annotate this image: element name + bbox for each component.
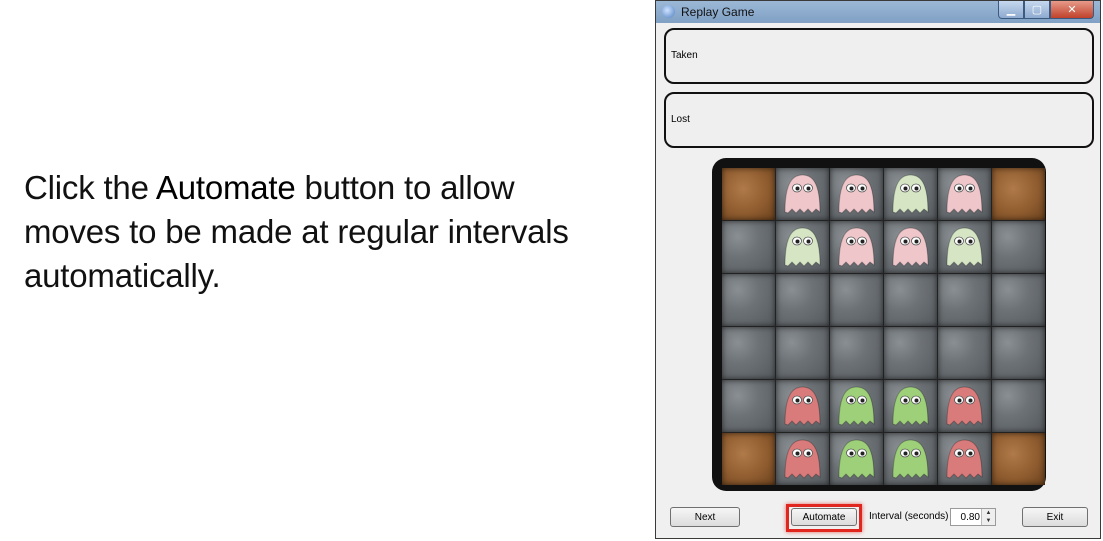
- game-board: [712, 158, 1046, 491]
- board-cell[interactable]: [938, 433, 991, 485]
- maximize-icon[interactable]: ▢: [1024, 1, 1050, 19]
- interval-label: Interval (seconds): [869, 511, 949, 522]
- red-ghost-piece[interactable]: [943, 437, 986, 481]
- window-controls: ▁ ▢ ✕: [998, 1, 1094, 19]
- red-ghost-piece[interactable]: [781, 437, 824, 481]
- board-cell[interactable]: [830, 380, 883, 432]
- board-cell[interactable]: [830, 433, 883, 485]
- interval-stepper[interactable]: 0.80 ▲ ▼: [950, 508, 996, 526]
- green-ghost-piece[interactable]: [889, 437, 932, 481]
- green-ghost-piece[interactable]: [889, 172, 932, 216]
- board-cell[interactable]: [938, 221, 991, 273]
- board-cell[interactable]: [884, 327, 937, 379]
- board-cell[interactable]: [938, 168, 991, 220]
- window-title: Replay Game: [681, 5, 755, 19]
- board-grid: [722, 168, 1045, 485]
- taken-panel: Taken: [664, 28, 1094, 84]
- red-ghost-piece[interactable]: [781, 384, 824, 428]
- automate-button[interactable]: Automate: [791, 508, 857, 526]
- board-cell[interactable]: [722, 380, 775, 432]
- red-ghost-piece[interactable]: [943, 384, 986, 428]
- stepper-arrows-icon[interactable]: ▲ ▼: [981, 509, 995, 525]
- board-cell[interactable]: [776, 221, 829, 273]
- green-ghost-piece[interactable]: [781, 225, 824, 269]
- board-cell[interactable]: [884, 380, 937, 432]
- pink-ghost-piece[interactable]: [889, 225, 932, 269]
- pink-ghost-piece[interactable]: [835, 172, 878, 216]
- board-cell[interactable]: [776, 380, 829, 432]
- board-cell[interactable]: [830, 168, 883, 220]
- board-cell[interactable]: [884, 433, 937, 485]
- board-cell[interactable]: [938, 380, 991, 432]
- board-cell[interactable]: [776, 168, 829, 220]
- board-cell[interactable]: [776, 327, 829, 379]
- board-cell[interactable]: [830, 327, 883, 379]
- next-button[interactable]: Next: [670, 507, 740, 527]
- board-cell[interactable]: [992, 274, 1045, 326]
- board-cell[interactable]: [830, 221, 883, 273]
- board-cell[interactable]: [830, 274, 883, 326]
- board-cell[interactable]: [992, 168, 1045, 220]
- instruction-caption: Click the Automate button to allow moves…: [24, 166, 584, 298]
- board-cell[interactable]: [722, 433, 775, 485]
- lost-label: Lost: [671, 114, 690, 125]
- board-cell[interactable]: [938, 327, 991, 379]
- board-cell[interactable]: [992, 380, 1045, 432]
- board-cell[interactable]: [992, 327, 1045, 379]
- title-bar[interactable]: Replay Game ▁ ▢ ✕: [656, 1, 1100, 23]
- green-ghost-piece[interactable]: [943, 225, 986, 269]
- green-ghost-piece[interactable]: [835, 437, 878, 481]
- board-cell[interactable]: [884, 168, 937, 220]
- board-cell[interactable]: [722, 327, 775, 379]
- replay-game-window: Replay Game ▁ ▢ ✕ Taken Lost Next Automa…: [655, 0, 1101, 539]
- board-cell[interactable]: [884, 274, 937, 326]
- exit-button[interactable]: Exit: [1022, 507, 1088, 527]
- minimize-icon[interactable]: ▁: [998, 1, 1024, 19]
- board-cell[interactable]: [722, 168, 775, 220]
- taken-label: Taken: [671, 50, 698, 61]
- board-cell[interactable]: [722, 274, 775, 326]
- ghost-app-icon: [662, 5, 675, 18]
- board-cell[interactable]: [884, 221, 937, 273]
- lost-panel: Lost: [664, 92, 1094, 148]
- board-cell[interactable]: [776, 274, 829, 326]
- interval-value: 0.80: [960, 512, 980, 523]
- green-ghost-piece[interactable]: [889, 384, 932, 428]
- pink-ghost-piece[interactable]: [943, 172, 986, 216]
- caption-bold-automate: Automate: [155, 169, 296, 206]
- board-cell[interactable]: [776, 433, 829, 485]
- pink-ghost-piece[interactable]: [781, 172, 824, 216]
- bottom-controls: Next Automate Interval (seconds) 0.80 ▲ ▼…: [656, 507, 1100, 529]
- board-cell[interactable]: [938, 274, 991, 326]
- green-ghost-piece[interactable]: [835, 384, 878, 428]
- board-cell[interactable]: [722, 221, 775, 273]
- board-cell[interactable]: [992, 433, 1045, 485]
- caption-text-1: Click the: [24, 169, 156, 206]
- pink-ghost-piece[interactable]: [835, 225, 878, 269]
- close-icon[interactable]: ✕: [1050, 1, 1094, 19]
- board-cell[interactable]: [992, 221, 1045, 273]
